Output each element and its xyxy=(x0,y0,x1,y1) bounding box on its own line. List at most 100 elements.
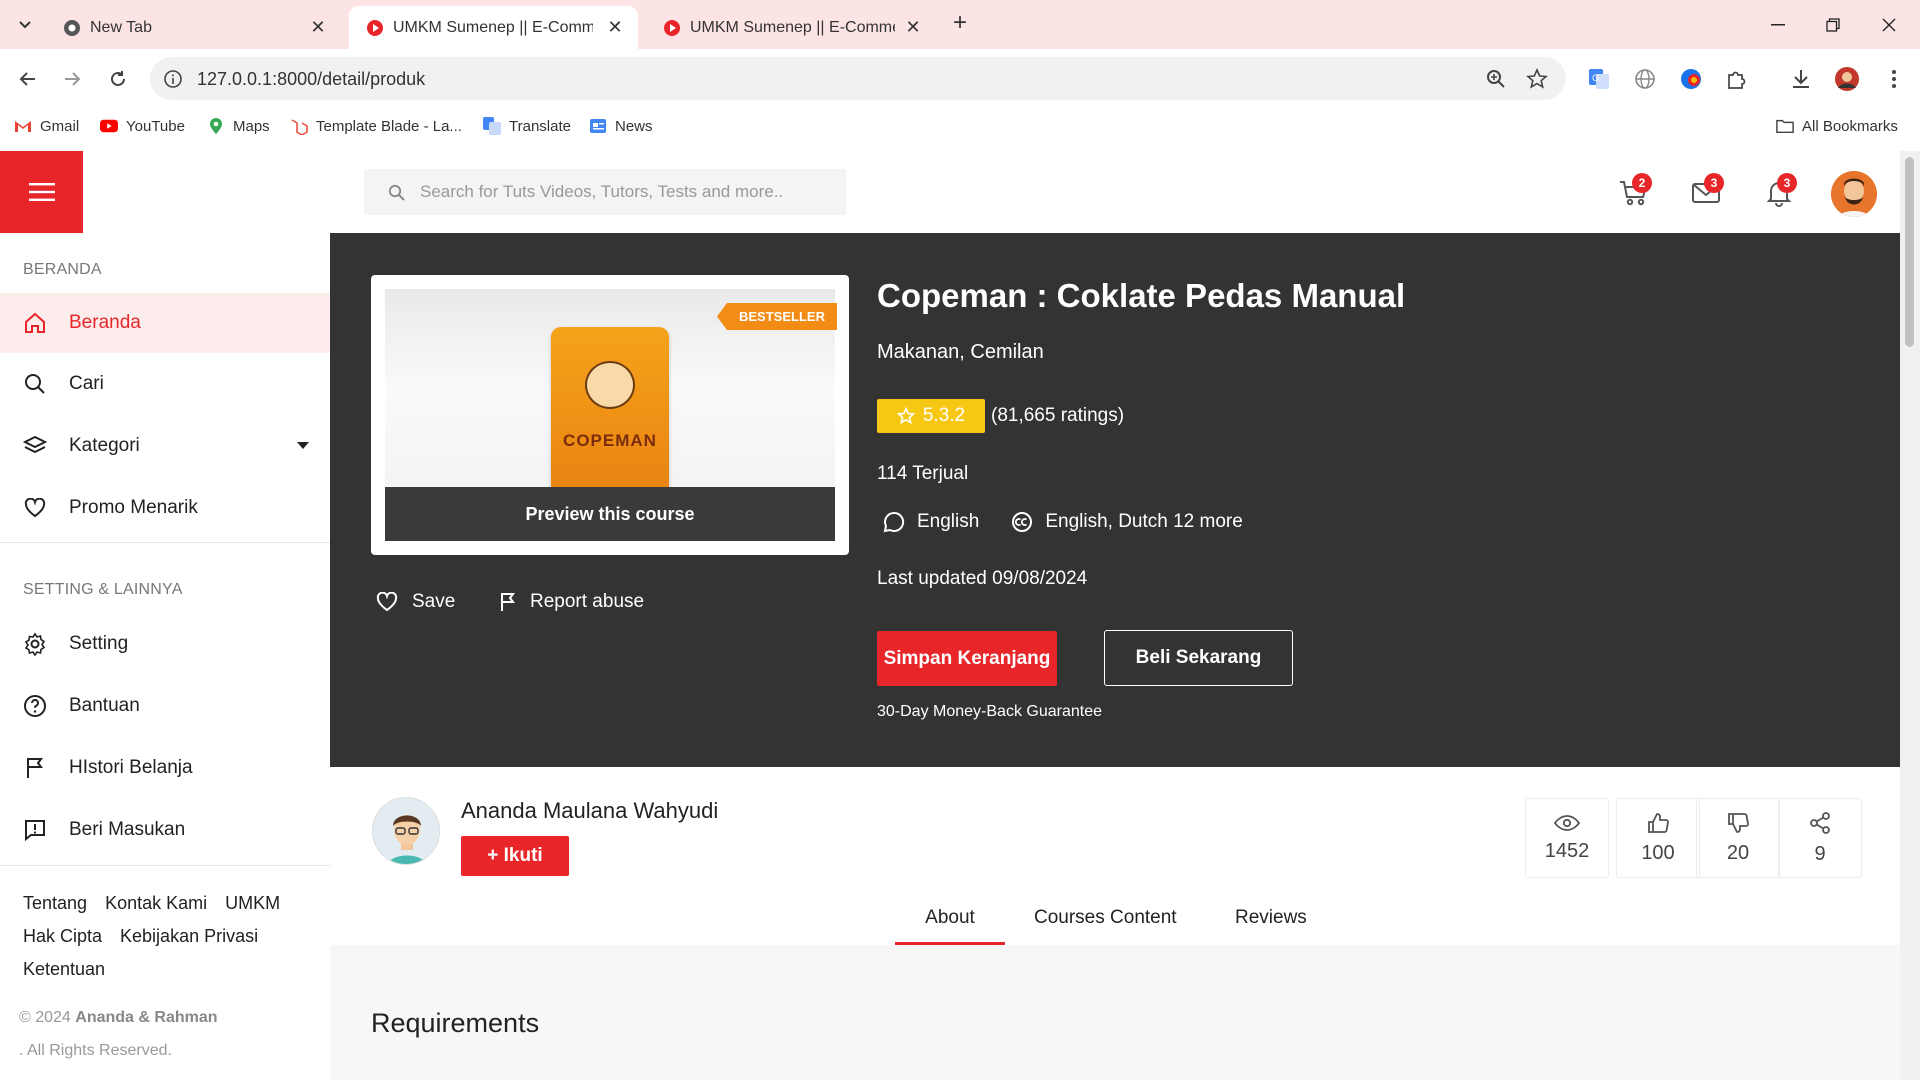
sidebar-item-kategori[interactable]: Kategori xyxy=(0,416,330,476)
hamburger-icon xyxy=(28,183,55,201)
site-info-icon[interactable] xyxy=(162,68,184,90)
messages-button[interactable]: 3 xyxy=(1684,171,1728,215)
forward-button[interactable] xyxy=(58,65,86,93)
sidebar-divider xyxy=(0,865,330,866)
site-search-bar[interactable] xyxy=(364,169,846,215)
thumbs-down-icon xyxy=(1728,812,1749,833)
url-text[interactable]: 127.0.0.1:8000/detail/produk xyxy=(197,69,425,90)
bookmarks-bar: Gmail YouTube Maps Template Blade - La..… xyxy=(0,109,1920,151)
arrow-left-icon xyxy=(19,72,35,86)
extensions-menu-button[interactable] xyxy=(1722,65,1750,93)
tab-close-icon[interactable]: ✕ xyxy=(307,16,329,38)
add-to-cart-button[interactable]: Simpan Keranjang xyxy=(877,631,1057,686)
captions-text: English, Dutch 12 more xyxy=(1045,511,1243,532)
tab-content-area xyxy=(330,945,1900,1080)
star-icon[interactable] xyxy=(1526,68,1548,90)
chrome-menu-button[interactable] xyxy=(1880,65,1908,93)
sidebar-item-masukan[interactable]: Beri Masukan xyxy=(0,800,330,860)
sidebar-section-title: SETTING & LAINNYA xyxy=(23,581,183,598)
footer-link-hak-cipta[interactable]: Hak Cipta xyxy=(23,926,102,946)
extension-button[interactable] xyxy=(1677,65,1705,93)
tab-close-icon[interactable]: ✕ xyxy=(604,16,626,38)
sidebar-item-bantuan[interactable]: Bantuan xyxy=(0,676,330,736)
rating-badge: 5.3.2 xyxy=(877,399,985,433)
browser-tab-new-tab[interactable]: New Tab ✕ xyxy=(46,6,341,49)
bookmark-gmail[interactable]: Gmail xyxy=(14,117,79,135)
google-translate-extension[interactable]: G xyxy=(1585,65,1613,93)
profile-button[interactable] xyxy=(1833,65,1861,93)
cart-button[interactable]: 2 xyxy=(1612,171,1656,215)
footer-link-kontak[interactable]: Kontak Kami xyxy=(105,893,207,913)
footer-link-privasi[interactable]: Kebijakan Privasi xyxy=(120,926,258,946)
sidebar-footer-links: Tentang Kontak Kami UMKM Hak Cipta Kebijaka… xyxy=(23,887,313,986)
reload-icon xyxy=(111,71,125,86)
browser-tab-active[interactable]: UMKM Sumenep || E-Commerce ✕ xyxy=(349,6,638,49)
sidebar-item-label: HIstori Belanja xyxy=(69,757,193,778)
bookmark-translate[interactable]: Translate xyxy=(483,117,571,135)
site-favicon-icon xyxy=(367,20,383,36)
restore-button[interactable] xyxy=(1818,10,1848,40)
minimize-button[interactable] xyxy=(1763,10,1793,40)
like-button[interactable]: 100 xyxy=(1616,798,1700,878)
bookmark-maps[interactable]: Maps xyxy=(207,117,270,135)
bookmark-youtube[interactable]: YouTube xyxy=(100,117,185,135)
eye-icon xyxy=(1554,814,1580,831)
restore-icon xyxy=(1826,18,1840,32)
downloads-button[interactable] xyxy=(1787,65,1815,93)
sidebar-item-label: Beri Masukan xyxy=(69,819,186,840)
user-avatar[interactable] xyxy=(1831,171,1877,217)
guarantee-text: 30-Day Money-Back Guarantee xyxy=(877,703,1102,720)
product-image-card[interactable]: COPEMAN Preview this course BESTSELLER xyxy=(371,275,849,555)
close-icon xyxy=(1882,18,1896,32)
sidebar-divider xyxy=(0,542,330,543)
buy-now-button[interactable]: Beli Sekarang xyxy=(1104,630,1293,686)
author-avatar[interactable] xyxy=(372,797,440,865)
sidebar-item-beranda[interactable]: Beranda xyxy=(0,293,330,353)
notifications-button[interactable]: 3 xyxy=(1757,171,1801,215)
omnibox[interactable]: 127.0.0.1:8000/detail/produk xyxy=(150,57,1566,100)
close-window-button[interactable] xyxy=(1874,10,1904,40)
dislike-button[interactable]: 20 xyxy=(1696,798,1780,878)
layers-icon xyxy=(22,433,48,459)
globe-extension[interactable] xyxy=(1631,65,1659,93)
bookmark-label: Gmail xyxy=(40,117,80,135)
requirements-heading: Requirements xyxy=(371,1008,540,1038)
footer-link-umkm[interactable]: UMKM xyxy=(225,893,280,913)
back-button[interactable] xyxy=(14,65,42,93)
copyright-owner: Ananda & Rahman xyxy=(75,1009,218,1026)
tab-search-button[interactable] xyxy=(12,11,38,37)
save-button[interactable]: Save xyxy=(376,591,455,613)
all-bookmarks-button[interactable]: All Bookmarks xyxy=(1776,117,1898,135)
bestseller-badge: BESTSELLER xyxy=(717,303,837,330)
browser-tab[interactable]: UMKM Sumenep || E-Commerce ✕ xyxy=(646,6,936,49)
site-search-input[interactable] xyxy=(420,169,840,215)
tab-reviews[interactable]: Reviews xyxy=(1235,901,1307,929)
chevron-down-icon xyxy=(19,21,31,29)
sidebar-item-histori[interactable]: HIstori Belanja xyxy=(0,738,330,798)
arrow-right-icon xyxy=(65,72,81,86)
share-button[interactable]: 9 xyxy=(1778,798,1862,878)
zoom-icon[interactable] xyxy=(1485,68,1507,90)
menu-toggle-button[interactable] xyxy=(0,151,83,233)
tab-courses-content[interactable]: Courses Content xyxy=(1034,901,1177,929)
sidebar-item-promo[interactable]: Promo Menarik xyxy=(0,478,330,538)
report-abuse-button[interactable]: Report abuse xyxy=(500,591,644,613)
news-icon xyxy=(589,117,607,135)
tab-about[interactable]: About xyxy=(895,901,1005,945)
sidebar-item-cari[interactable]: Cari xyxy=(0,354,330,414)
bookmark-template-blade[interactable]: Template Blade - La... xyxy=(290,117,462,135)
author-name[interactable]: Ananda Maulana Wahyudi xyxy=(461,798,718,824)
follow-button[interactable]: + Ikuti xyxy=(461,836,569,876)
scrollbar-thumb[interactable] xyxy=(1905,157,1914,347)
reload-button[interactable] xyxy=(104,65,132,93)
bookmark-news[interactable]: News xyxy=(589,117,653,135)
preview-button[interactable]: Preview this course xyxy=(385,487,835,541)
new-tab-button[interactable]: + xyxy=(948,11,972,36)
tab-close-icon[interactable]: ✕ xyxy=(902,16,924,38)
sidebar-item-setting[interactable]: Setting xyxy=(0,614,330,674)
footer-link-tentang[interactable]: Tentang xyxy=(23,893,87,913)
footer-link-ketentuan[interactable]: Ketentuan xyxy=(23,959,105,979)
product-categories: Makanan, Cemilan xyxy=(877,341,1044,363)
flag-icon xyxy=(22,755,48,781)
rating-value: 5.3.2 xyxy=(922,405,966,426)
